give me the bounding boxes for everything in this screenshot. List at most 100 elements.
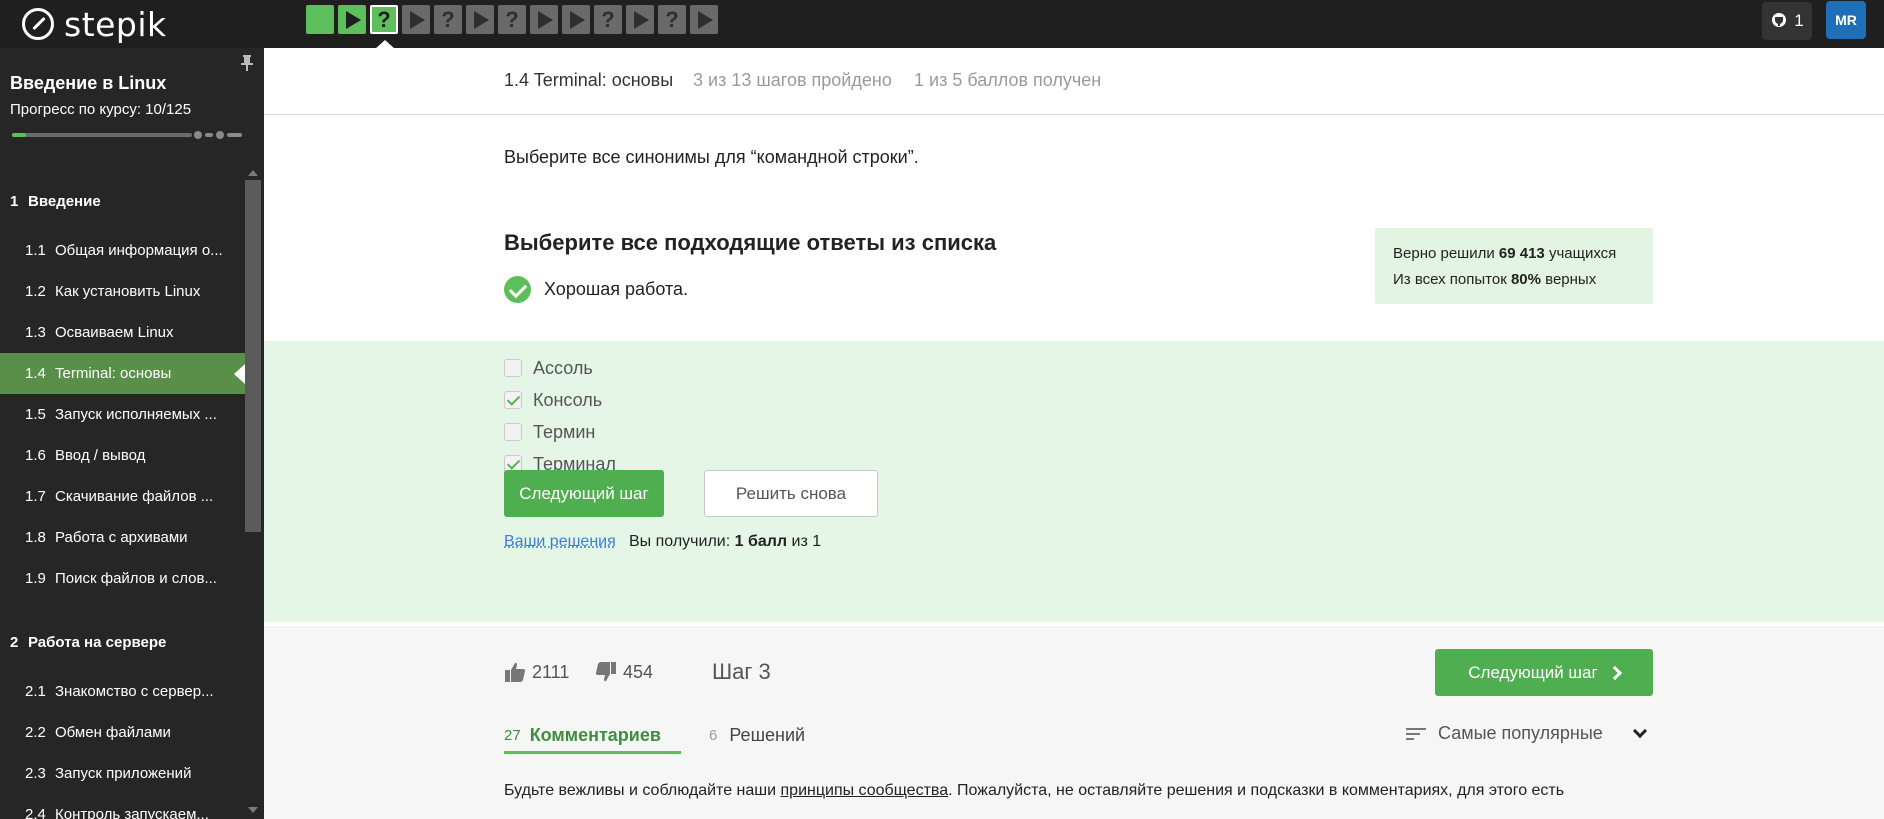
sort-dropdown[interactable]: Самые популярные (1406, 723, 1647, 744)
lesson-title: Запуск приложений (55, 765, 192, 782)
step-1-done[interactable] (306, 5, 334, 34)
answer-label: Ассоль (533, 357, 593, 378)
sidebar-lesson-2-2[interactable]: 2.2 Обмен файлами (0, 712, 245, 753)
lesson-number: 2.1 (25, 683, 46, 700)
sidebar-lesson-1-1[interactable]: 1.1 Общая информация о... (0, 230, 245, 271)
lesson-number: 1.8 (25, 529, 46, 546)
sidebar-lesson-1-6[interactable]: 1.6 Ввод / вывод (0, 435, 245, 476)
community-rules-notice: Будьте вежливы и соблюдайте наши принцип… (504, 782, 1565, 799)
tab-solutions[interactable]: 6 Решений (709, 719, 805, 751)
lesson-title: Ввод / вывод (55, 447, 146, 464)
step-5-quiz[interactable]: ? (434, 5, 462, 34)
play-icon (346, 10, 361, 29)
step-4-video[interactable] (402, 5, 430, 34)
lesson-number: 1.5 (25, 406, 46, 423)
table-of-contents: 1 Введение 1.1 Общая информация о... 1.2 Как … (0, 176, 245, 819)
community-principles-link[interactable]: принципы сообщества (781, 782, 949, 799)
like-button[interactable]: 2111 (504, 661, 569, 683)
lesson-number: 1.9 (25, 570, 46, 587)
main-content: 1.4 Terminal: основы 3 из 13 шагов пройд… (264, 48, 1884, 819)
sidebar-scrollbar[interactable] (245, 168, 261, 819)
sidebar-lesson-1-8[interactable]: 1.8 Работа с архивами (0, 517, 245, 558)
lesson-number: 1.4 (25, 365, 46, 382)
sidebar-lesson-2-4[interactable]: 2.4 Контроль запускаем... (0, 794, 245, 819)
lesson-number: 1.7 (25, 488, 46, 505)
lesson-number: 1.6 (25, 447, 46, 464)
answer-option[interactable]: Термин (504, 421, 595, 443)
step-8-video[interactable] (530, 5, 558, 34)
answer-option[interactable]: Ассоль (504, 357, 593, 379)
user-avatar[interactable]: MR (1826, 1, 1866, 39)
play-icon (538, 10, 553, 29)
step-9-video[interactable] (562, 5, 590, 34)
feedback-message: Хорошая работа. (504, 276, 688, 303)
answer-checkbox[interactable] (504, 359, 522, 377)
trophy-icon (1772, 13, 1787, 27)
solve-again-button[interactable]: Решить снова (704, 470, 878, 517)
sidebar-lesson-1-3[interactable]: 1.3 Осваиваем Linux (0, 312, 245, 353)
step-10-quiz[interactable]: ? (594, 5, 622, 34)
stepik-logo[interactable]: stepik (22, 4, 167, 44)
chevron-right-icon (1607, 665, 1622, 680)
dislike-button[interactable]: 454 (595, 661, 653, 683)
sidebar-lesson-2-3[interactable]: 2.3 Запуск приложений (0, 753, 245, 794)
answer-option[interactable]: Консоль (504, 389, 602, 411)
chevron-down-icon (1632, 723, 1647, 739)
module-title[interactable]: 1 Введение (0, 176, 245, 226)
lesson-number: 2.4 (25, 806, 46, 819)
score-received: Вы получили: 1 балл из 1 (629, 533, 822, 550)
sidebar-lesson-1-5[interactable]: 1.5 Запуск исполняемых ... (0, 394, 245, 435)
your-solutions-link[interactable]: Ваши решения (504, 533, 616, 551)
answer-checkbox[interactable] (504, 391, 522, 409)
sidebar-lesson-1-9[interactable]: 1.9 Поиск файлов и слов... (0, 558, 245, 599)
sidebar-lesson-1-4[interactable]: 1.4 Terminal: основы (0, 353, 245, 394)
play-icon (698, 10, 713, 29)
sidebar-lesson-1-2[interactable]: 1.2 Как установить Linux (0, 271, 245, 312)
lesson-number: 2.3 (25, 765, 46, 782)
next-step-button[interactable]: Следующий шаг (504, 470, 664, 517)
stats-line-attempts: Из всех попыток 80% верных (1393, 271, 1597, 288)
lesson-header: 1.4 Terminal: основы 3 из 13 шагов пройд… (264, 48, 1884, 115)
likes-count: 2111 (532, 661, 570, 682)
next-step-label: Следующий шаг (1468, 662, 1598, 682)
lesson-score: 1 из 5 баллов получен (914, 70, 1102, 90)
feedback-text: Хорошая работа. (544, 279, 689, 299)
lesson-number: 2.2 (25, 724, 46, 741)
step-2-video[interactable] (338, 5, 366, 34)
course-title[interactable]: Введение в Linux (10, 73, 166, 94)
step-7-quiz[interactable]: ? (498, 5, 526, 34)
solutions-count: 6 (709, 726, 718, 744)
answer-checkbox[interactable] (504, 423, 522, 441)
top-bar: stepik ????? 1 MR (0, 0, 1884, 49)
active-tab-indicator (504, 751, 681, 754)
next-step-button-bottom[interactable]: Следующий шаг (1435, 649, 1653, 696)
lesson-title: Скачивание файлов ... (55, 488, 214, 505)
comments-count: 27 (504, 726, 521, 744)
answers-panel: Ассоль Консоль Термин Терминал Следующий ша… (264, 341, 1884, 622)
step-11-video[interactable] (626, 5, 654, 34)
step-3-quiz[interactable]: ? (370, 5, 398, 34)
tab-comments[interactable]: 27 Комментариев (504, 719, 661, 751)
thumbs-up-icon (505, 662, 525, 682)
step-navigation: ????? (306, 5, 718, 34)
question-text: Выберите все синонимы для “командной стр… (504, 147, 919, 167)
lesson-title: Знакомство с сервер... (55, 683, 214, 700)
achievements-button[interactable]: 1 (1762, 2, 1812, 40)
lesson-title: Запуск исполняемых ... (55, 406, 217, 423)
sidebar-lesson-1-7[interactable]: 1.7 Скачивание файлов ... (0, 476, 245, 517)
step-13-video[interactable] (690, 5, 718, 34)
scroll-up-icon[interactable] (248, 170, 258, 176)
stats-line-solved: Верно решили 69 413 учащихся (1393, 245, 1617, 262)
solve-stats: Верно решили 69 413 учащихся Из всех поп… (1375, 228, 1653, 304)
lesson-title: Контроль запускаем... (55, 806, 209, 819)
module-title[interactable]: 2 Работа на сервере (0, 617, 245, 667)
scroll-down-icon[interactable] (248, 807, 258, 813)
pin-icon[interactable] (239, 54, 255, 72)
lesson-number: 1.2 (25, 283, 46, 300)
step-12-quiz[interactable]: ? (658, 5, 686, 34)
answer-label: Консоль (533, 389, 603, 410)
sidebar-lesson-2-1[interactable]: 2.1 Знакомство с сервер... (0, 671, 245, 712)
step-6-video[interactable] (466, 5, 494, 34)
course-sidebar: Введение в Linux Прогресс по курсу: 10/1… (0, 48, 264, 819)
scrollbar-thumb[interactable] (245, 180, 261, 532)
